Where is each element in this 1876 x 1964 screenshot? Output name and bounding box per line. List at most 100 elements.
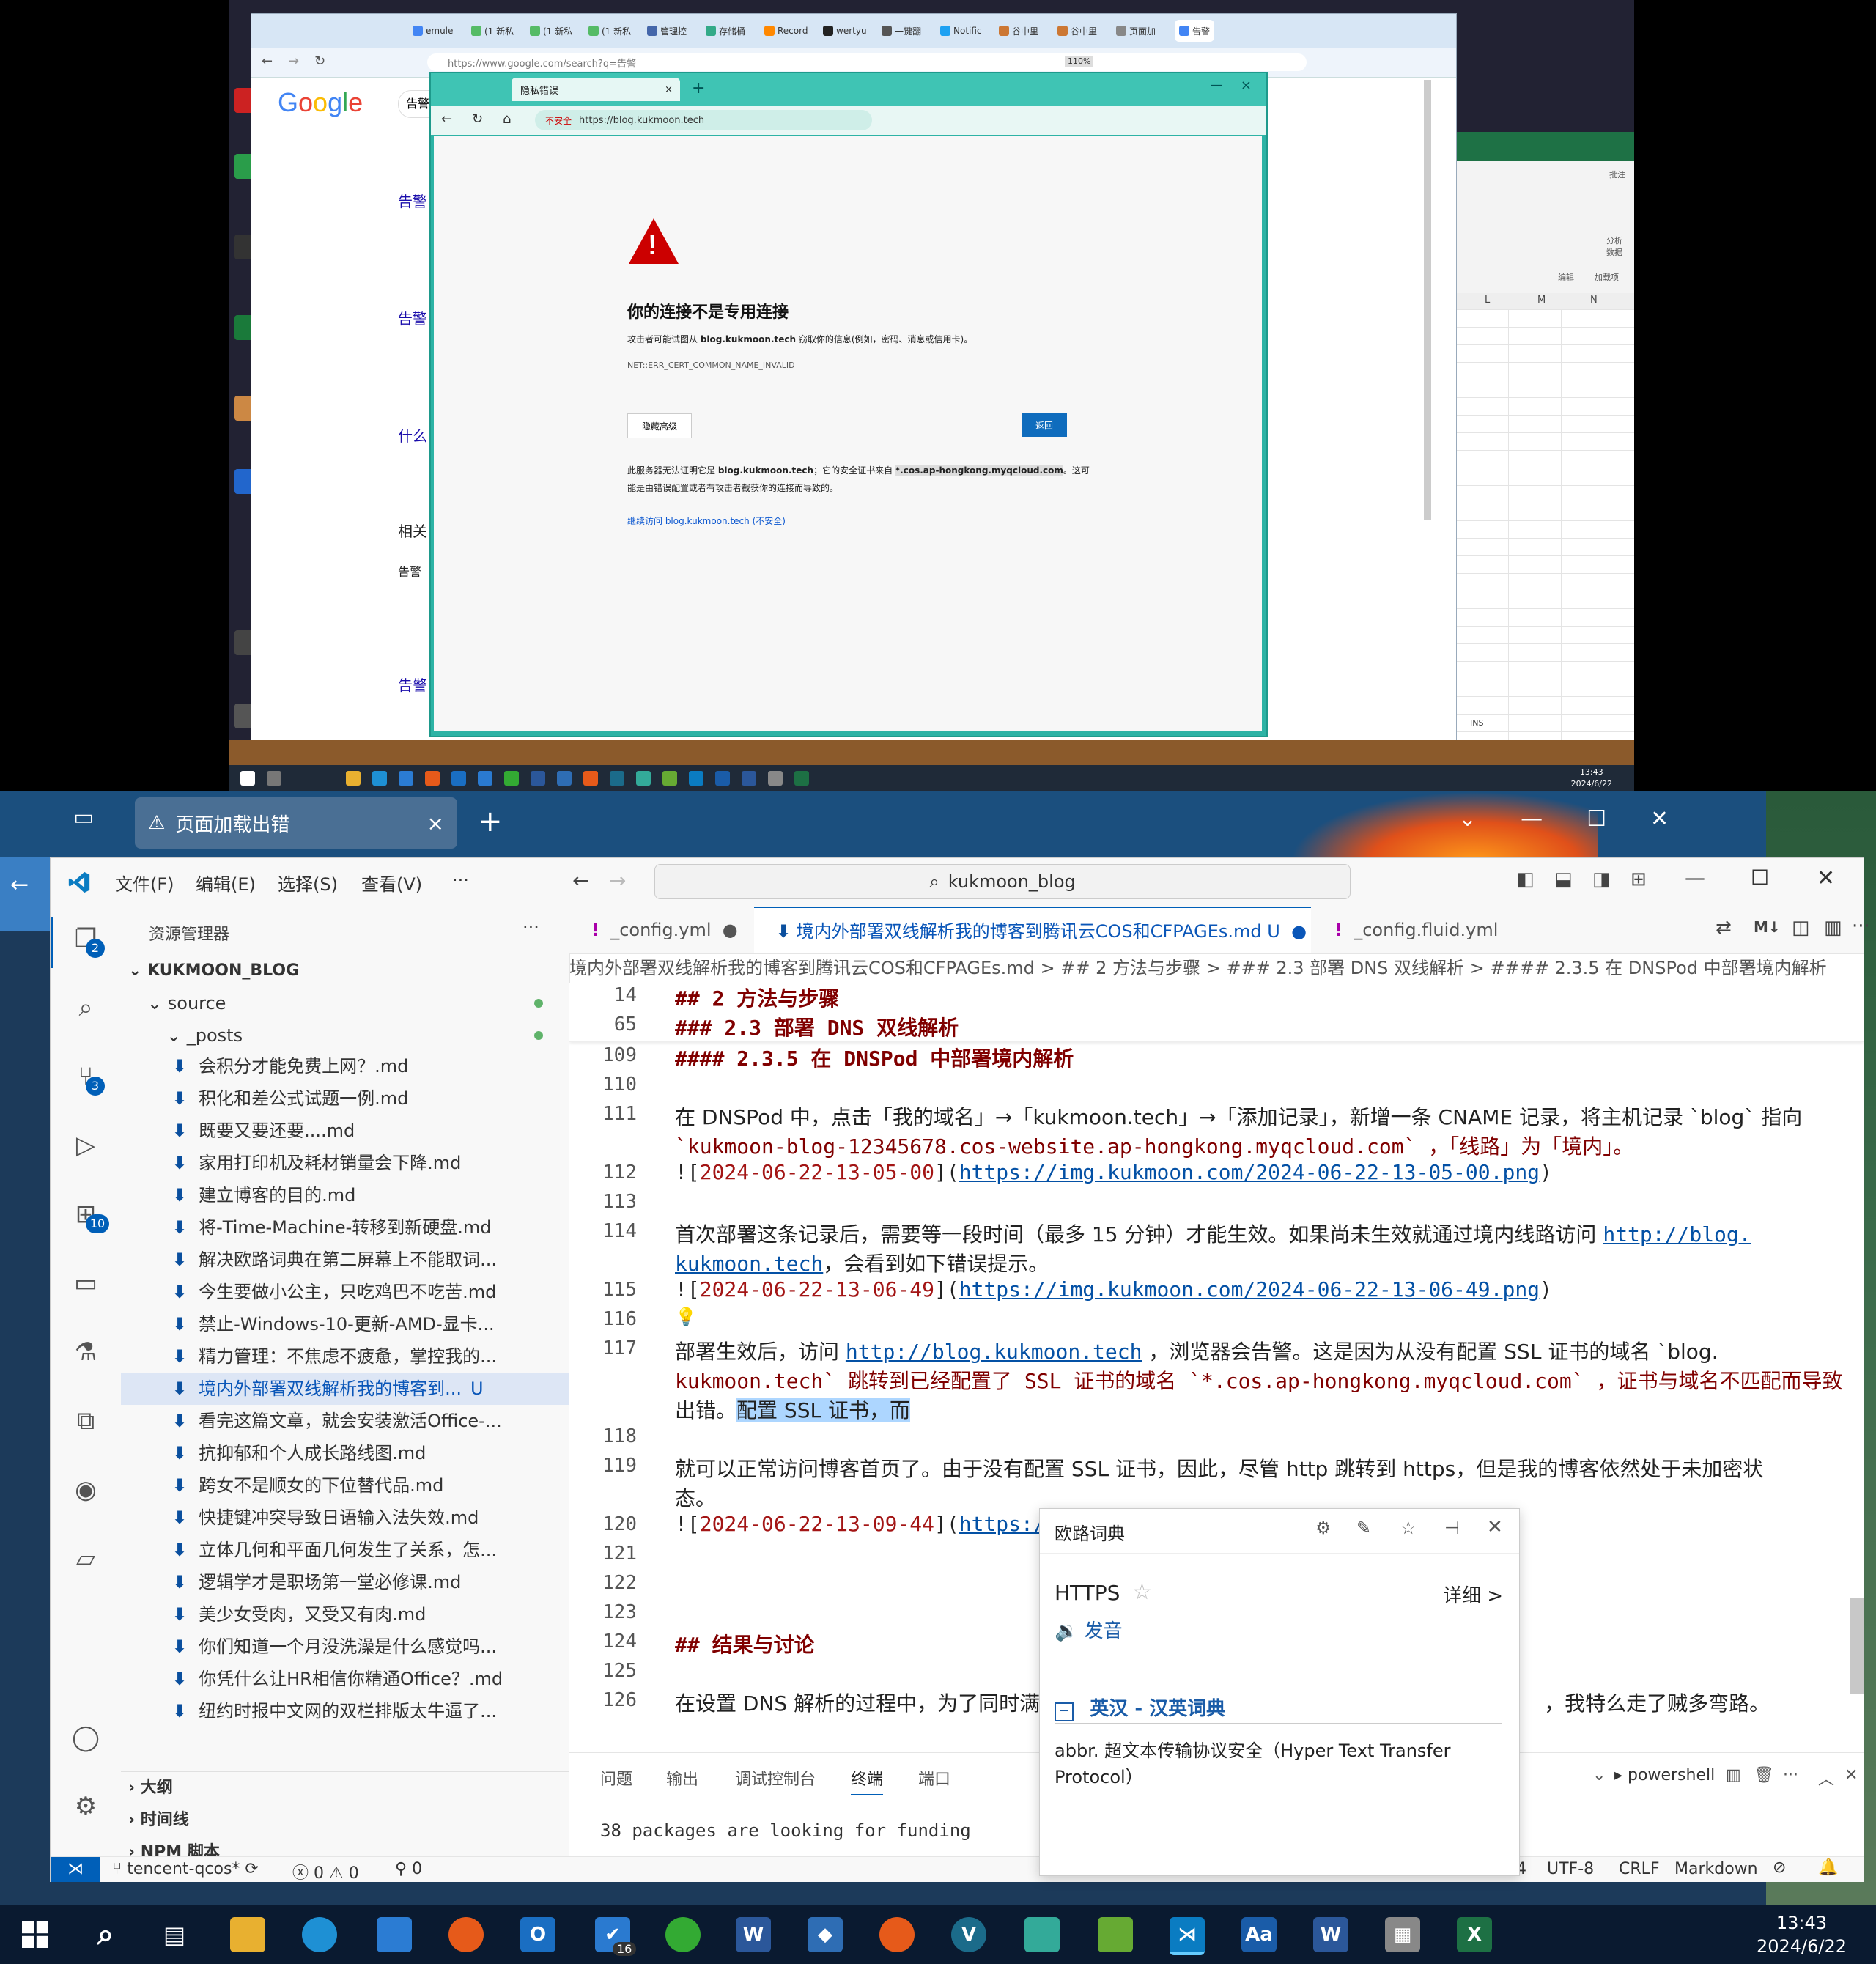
close-window-icon[interactable]: ✕ [1817, 865, 1835, 891]
app-icon[interactable] [1098, 1917, 1133, 1952]
dictionary-icon[interactable] [715, 771, 730, 786]
file-item[interactable]: ⬇ 跨女不是顺女的下位替代品.md [121, 1469, 569, 1502]
file-item[interactable]: ⬇ 看完这篇文章，就会安装激活Office-... [121, 1405, 569, 1437]
panel-tab-ports[interactable]: 端口 [918, 1766, 950, 1790]
dictionary-section[interactable]: − 英汉 - 汉英词典 [1055, 1694, 1502, 1724]
column-header[interactable]: N [1590, 295, 1598, 306]
calculator-icon[interactable]: ▦ [1385, 1917, 1420, 1952]
file-item[interactable]: ⬇ 美少女受肉，又受又有肉.md [121, 1598, 569, 1631]
pin-icon[interactable]: ⊣ [1444, 1518, 1460, 1538]
google-logo[interactable]: Google [278, 87, 363, 118]
timeline-icon[interactable]: ⧉ [70, 1405, 102, 1437]
todo-icon[interactable] [478, 771, 492, 786]
text-selection[interactable]: 配置 SSL 证书，而 [736, 1398, 910, 1422]
app-icon[interactable] [1024, 1917, 1060, 1952]
browser-tab[interactable]: (1 新私 [471, 20, 514, 42]
not-secure-badge[interactable]: 不安全 [545, 114, 572, 127]
section-timeline[interactable]: › 时间线 [121, 1804, 569, 1836]
browser-tab[interactable]: 谷中里 [1057, 20, 1097, 42]
ports-indicator[interactable]: ⚲ 0 [395, 1860, 422, 1878]
lightbulb-icon[interactable]: 💡 [675, 1307, 697, 1327]
collapse-icon[interactable]: − [1055, 1702, 1074, 1721]
outlook-icon[interactable] [451, 771, 466, 786]
back-icon[interactable]: ← [441, 111, 452, 127]
panel-tab-problems[interactable]: 问题 [600, 1766, 632, 1790]
close-tab-icon[interactable]: × [427, 811, 444, 835]
file-item[interactable]: ⬇ 快捷键冲突导致日语输入法失效.md [121, 1502, 569, 1534]
browser-tab-active[interactable]: 告警 [1175, 20, 1215, 42]
notifications-icon[interactable]: 🔔 [1818, 1858, 1838, 1877]
new-tab-icon[interactable]: + [692, 79, 705, 97]
column-header[interactable]: L [1485, 295, 1490, 306]
firefox-icon[interactable] [583, 771, 598, 786]
language-mode[interactable]: Markdown [1674, 1860, 1758, 1878]
menu-view[interactable]: 查看(V) [361, 870, 422, 896]
scrollbar[interactable] [1424, 80, 1431, 520]
tab-config-fluid-yml[interactable]: ! _config.fluid.yml [1312, 907, 1532, 953]
app-icon[interactable] [662, 771, 677, 786]
sticky-heading[interactable]: ### 2.3 部署 DNS 双线解析 [675, 1012, 1847, 1041]
pronounce-button[interactable]: 🔉 发音 [1055, 1616, 1123, 1643]
settings-icon[interactable]: ⚙ [1315, 1518, 1332, 1538]
start-icon[interactable] [240, 771, 255, 786]
file-item[interactable]: ⬇ 解决欧路词典在第二屏幕上不能取词... [121, 1244, 569, 1276]
nav-forward-icon[interactable]: → [609, 868, 626, 893]
github-icon[interactable]: ◉ [70, 1474, 102, 1506]
file-item[interactable]: ⬇ 今生要做小公主，只吃鸡巴不吃苦.md [121, 1276, 569, 1308]
open-changes-icon[interactable]: ⇄ [1716, 917, 1732, 939]
firefox-tab[interactable]: ⚠ 页面加载出错 × [135, 797, 457, 849]
maximize-panel-icon[interactable]: ︿ [1818, 1766, 1834, 1790]
browser-tab[interactable]: Record [764, 20, 808, 42]
tab-config-yml[interactable]: ! _config.yml ● [569, 907, 753, 953]
ribbon-group-label[interactable]: 批注 [1609, 169, 1625, 180]
close-window-icon[interactable]: × [1241, 78, 1252, 93]
customize-layout-icon[interactable]: ⊞ [1631, 868, 1647, 890]
file-item[interactable]: ⬇ 精力管理：不焦虑不疲惫，掌控我的... [121, 1340, 569, 1373]
word-icon[interactable] [742, 771, 756, 786]
command-center-search[interactable]: ⌕ kukmoon_blog [654, 864, 1351, 899]
menu-selection[interactable]: 选择(S) [278, 870, 338, 896]
sticky-scroll[interactable]: 14 ## 2 方法与步骤 65 ### 2.3 部署 DNS 双线解析 [569, 983, 1864, 1042]
vscode-icon[interactable] [689, 771, 704, 786]
account-icon[interactable]: ◯ [70, 1721, 102, 1754]
search-icon[interactable]: ⌕ [88, 1917, 123, 1952]
start-icon[interactable] [18, 1917, 53, 1952]
panel-tab-output[interactable]: 输出 [666, 1766, 698, 1790]
markdown-preview-icon[interactable]: M↓ [1754, 918, 1781, 936]
more-actions-icon[interactable]: ··· [1852, 915, 1870, 937]
maximize-icon[interactable]: ☐ [1587, 806, 1606, 832]
reload-icon[interactable]: ↻ [472, 111, 483, 127]
app-icon[interactable] [504, 771, 519, 786]
toggle-secondary-sidebar-icon[interactable]: ◨ [1592, 868, 1611, 890]
copilot-icon[interactable]: ⊘ [1773, 1858, 1786, 1877]
app-icon[interactable] [557, 771, 572, 786]
panel-tab-terminal[interactable]: 终端 [851, 1766, 884, 1795]
excel-icon[interactable] [794, 771, 809, 786]
calculator-icon[interactable] [768, 771, 783, 786]
file-item[interactable]: ⬇ 既要又要还要....md [121, 1115, 569, 1147]
browser-tab[interactable]: 管理控 [647, 20, 687, 42]
file-item[interactable]: ⬇ 禁止-Windows-10-更新-AMD-显卡... [121, 1308, 569, 1340]
store-icon[interactable] [399, 771, 413, 786]
split-terminal-icon[interactable]: ▥ [1726, 1766, 1741, 1784]
menu-more[interactable]: ··· [452, 870, 469, 890]
browser-tab[interactable]: 谷中里 [999, 20, 1038, 42]
file-item[interactable]: ⬇ 家用打印机及耗材销量会下降.md [121, 1147, 569, 1179]
zoom-indicator[interactable]: 110% [1065, 56, 1094, 67]
minimize-icon[interactable]: — [1521, 806, 1543, 832]
toggle-sidebar-icon[interactable]: ◧ [1516, 868, 1535, 890]
browser-tab[interactable]: (1 新私 [530, 20, 572, 42]
hide-advanced-button[interactable]: 隐藏高级 [627, 413, 692, 438]
home-icon[interactable]: ⌂ [503, 111, 511, 127]
ribbon-group-label[interactable]: 分析数据 [1606, 235, 1628, 258]
terminal-dropdown-icon[interactable]: ⌄ [1592, 1766, 1606, 1784]
run-debug-icon[interactable]: ▷ [70, 1129, 102, 1162]
more-actions-icon[interactable]: ··· [1783, 1766, 1798, 1784]
browser-tab[interactable]: emule [413, 20, 453, 42]
browser-tab[interactable]: 一键翻 [882, 20, 921, 42]
search-icon[interactable]: ⌕ [70, 992, 102, 1024]
chat-icon[interactable]: ▱ [70, 1543, 102, 1575]
firefox-back-area[interactable]: ← [0, 857, 50, 931]
forward-icon[interactable]: → [288, 53, 299, 69]
file-item[interactable]: ⬇ 纽约时报中文网的双栏排版太牛逼了... [121, 1695, 569, 1727]
